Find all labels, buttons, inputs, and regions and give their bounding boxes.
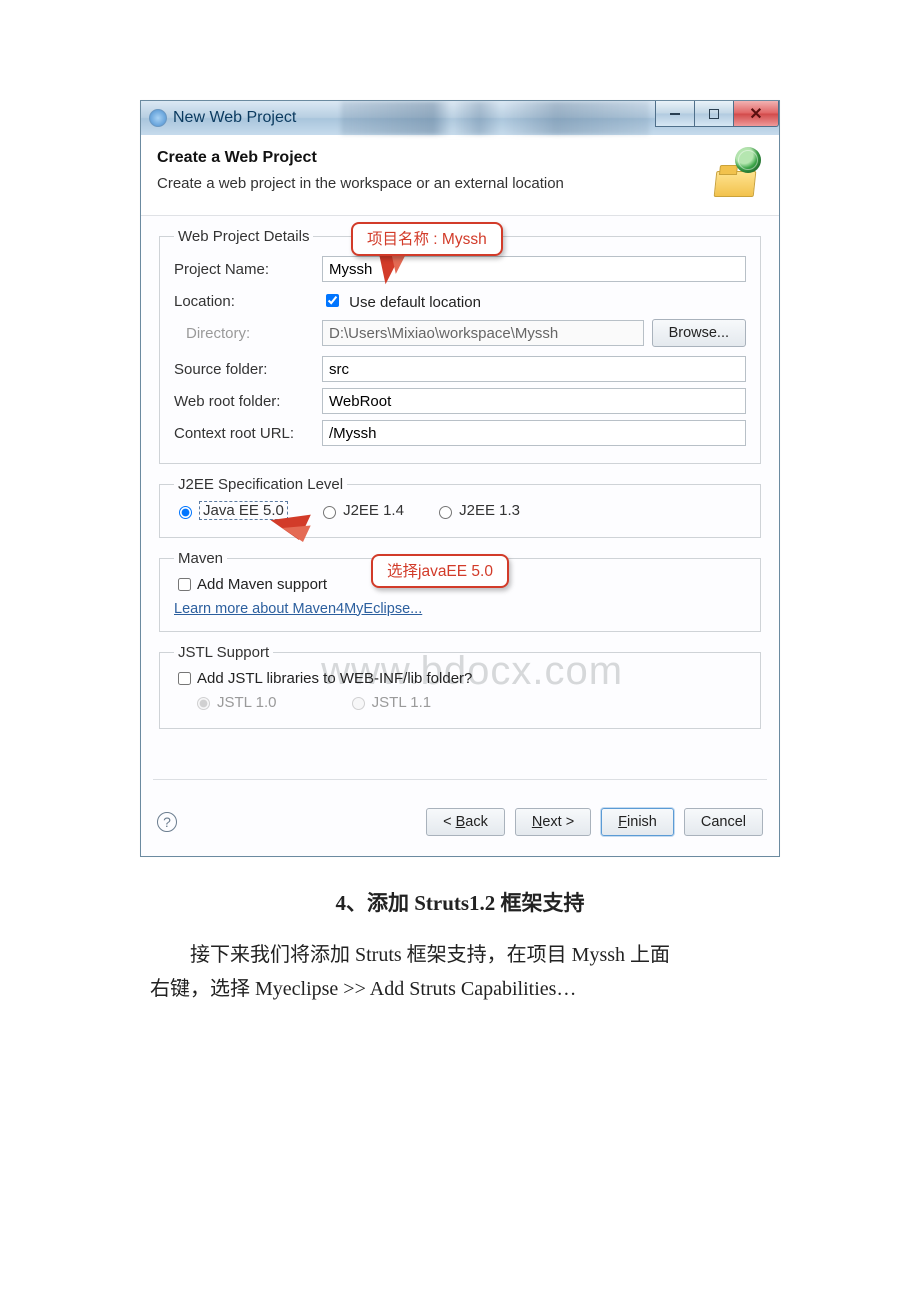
- use-default-location-checkbox[interactable]: Use default location: [322, 291, 481, 311]
- web-project-details-group: Web Project Details Project Name: Locati…: [159, 228, 761, 464]
- article-text: 接下来我们将添加 Struts 框架支持，在项目 Myssh 上面右键，选择 M…: [150, 938, 690, 1006]
- maven-learn-more-link[interactable]: Learn more about Maven4MyEclipse...: [174, 601, 422, 617]
- help-icon[interactable]: ?: [157, 812, 177, 832]
- web-root-input[interactable]: [322, 388, 746, 414]
- j2ee-legend: J2EE Specification Level: [174, 476, 347, 493]
- jstl-legend: JSTL Support: [174, 644, 273, 661]
- radio-j2ee-13[interactable]: J2EE 1.3: [434, 502, 520, 519]
- use-default-checkbox-input[interactable]: [326, 294, 339, 307]
- radio-jstl-11: JSTL 1.1: [347, 694, 431, 711]
- finish-button[interactable]: Finish: [601, 808, 674, 836]
- add-jstl-checkbox[interactable]: Add JSTL libraries to WEB-INF/lib folder…: [174, 669, 746, 688]
- dialog-window: New Web Project ✕ Create a Web Project C…: [140, 100, 780, 857]
- source-folder-input[interactable]: [322, 356, 746, 382]
- close-button[interactable]: ✕: [733, 101, 779, 127]
- callout-project-name: 项目名称 : Myssh: [351, 222, 503, 256]
- next-button[interactable]: Next >: [515, 808, 591, 836]
- window-title: New Web Project: [173, 109, 296, 127]
- radio-jstl-10: JSTL 1.0: [192, 694, 276, 711]
- context-root-label: Context root URL:: [174, 425, 322, 442]
- source-folder-label: Source folder:: [174, 361, 322, 378]
- location-label: Location:: [174, 293, 322, 310]
- project-name-label: Project Name:: [174, 261, 322, 278]
- wizard-icon: [715, 149, 763, 197]
- minimize-button[interactable]: [655, 101, 695, 127]
- maven-legend: Maven: [174, 550, 227, 567]
- browse-button[interactable]: Browse...: [652, 319, 746, 347]
- dialog-footer: ? < Back Next > Finish Cancel: [141, 790, 779, 856]
- web-root-label: Web root folder:: [174, 393, 322, 410]
- details-legend: Web Project Details: [174, 228, 313, 245]
- directory-input: [322, 320, 644, 346]
- j2ee-group: J2EE Specification Level Java EE 5.0 J2E…: [159, 476, 761, 538]
- app-icon: [149, 109, 167, 127]
- dialog-subtitle: Create a web project in the workspace or…: [157, 175, 564, 192]
- separator: [153, 779, 767, 780]
- article-section: 4、添加 Struts1.2 框架支持 接下来我们将添加 Struts 框架支持…: [140, 887, 780, 1006]
- radio-j2ee-14[interactable]: J2EE 1.4: [318, 502, 404, 519]
- back-button[interactable]: < Back: [426, 808, 505, 836]
- jstl-group: JSTL Support www.bdocx.com Add JSTL libr…: [159, 644, 761, 730]
- callout-javaee: 选择javaEE 5.0: [371, 554, 509, 588]
- dialog-header: Create a Web Project Create a web projec…: [141, 135, 779, 216]
- titlebar-decoration: [341, 101, 649, 135]
- context-root-input[interactable]: [322, 420, 746, 446]
- directory-label: Directory:: [174, 325, 322, 342]
- maximize-button[interactable]: [694, 101, 734, 127]
- cancel-button[interactable]: Cancel: [684, 808, 763, 836]
- dialog-title: Create a Web Project: [157, 149, 564, 167]
- article-heading: 4、添加 Struts1.2 框架支持: [140, 887, 780, 917]
- titlebar: New Web Project ✕: [141, 101, 779, 135]
